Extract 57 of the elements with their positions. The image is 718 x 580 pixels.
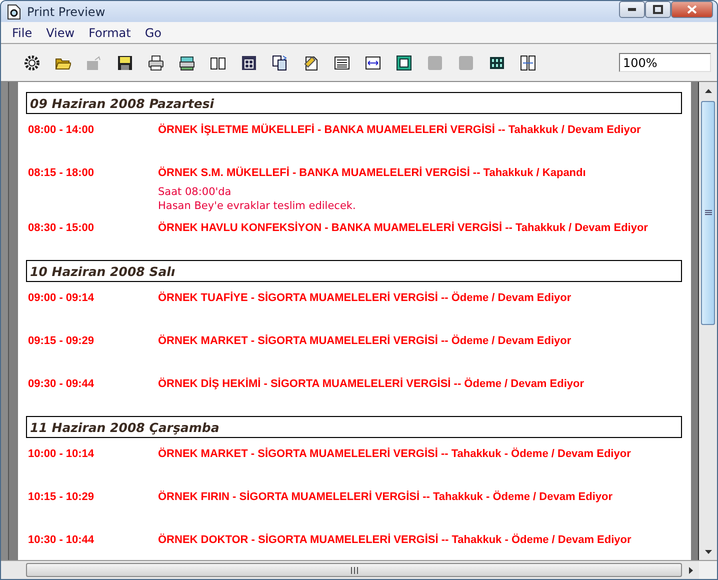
gear-icon <box>24 54 40 70</box>
maximize-icon <box>653 5 663 14</box>
entry-note: Hasan Bey'e evraklar teslim edilecek. <box>158 199 357 213</box>
entry-title: ÖRNEK MARKET - SİGORTA MUAMELELERİ VERGİSİ -- Tahakkuk - Ödeme / Devam Ediyor <box>158 447 632 461</box>
time-range: 09:30 - 09:44 <box>28 377 96 391</box>
time-range: 08:15 - 18:00 <box>28 166 96 180</box>
multi-page-icon <box>488 54 504 70</box>
scroll-down-icon[interactable] <box>704 550 712 554</box>
time-range: 08:00 - 14:00 <box>28 123 96 137</box>
entry-title: ÖRNEK DOKTOR - SİGORTA MUAMELELERİ VERGİSİ -- Tahakkuk - Ödeme / Devam Ediyor <box>158 533 632 547</box>
entry-title: ÖRNEK MARKET - SİGORTA MUAMELELERİ VERGİSİ -- Ödeme / Devam Ediyor <box>158 334 572 348</box>
entry-title: ÖRNEK S.M. MÜKELLEFİ - BANKA MUAMELELERİ VERGİSİ -- Tahakkuk / Kapandı <box>158 166 587 180</box>
printer-stack-icon <box>178 54 194 70</box>
square-icon <box>426 54 442 70</box>
copy-pages-icon <box>272 54 288 70</box>
entry-title: ÖRNEK DİŞ HEKİMİ - SİGORTA MUAMELELERİ VERGİSİ -- Ödeme / Devam Ediyor <box>158 377 585 391</box>
menu-item[interactable]: View <box>39 26 82 40</box>
framed-page-icon <box>396 54 412 70</box>
time-range: 10:15 - 10:29 <box>28 490 96 504</box>
maximize-button[interactable] <box>645 1 671 18</box>
time-range: 09:15 - 09:29 <box>28 334 96 348</box>
minimize-button[interactable] <box>619 1 645 18</box>
date-header: 11 Haziran 2008 Çarşamba <box>26 416 682 438</box>
time-range: 10:00 - 10:14 <box>28 447 96 461</box>
entry-title: ÖRNEK HAVLU KONFEKSİYON - BANKA MUAMELELERİ VERGİSİ -- Tahakkuk / Devam Ediyor <box>158 221 649 235</box>
book-icon <box>210 54 226 70</box>
square-icon <box>458 54 474 70</box>
time-range: 08:30 - 15:00 <box>28 221 96 235</box>
entry-note: Saat 08:00'da <box>158 185 232 199</box>
print-preview-icon <box>7 4 21 20</box>
grid-icon <box>240 54 256 70</box>
scroll-up-icon[interactable] <box>704 88 712 92</box>
entry-title: ÖRNEK İŞLETME MÜKELLEFİ - BANKA MUAMELELERİ VERGİSİ -- Tahakkuk / Devam Ediyor <box>158 123 642 137</box>
menu-item[interactable]: Format <box>82 26 138 40</box>
horizontal-scrollbar[interactable] <box>1 560 717 579</box>
time-range: 10:30 - 10:44 <box>28 533 96 547</box>
close-icon <box>687 5 697 14</box>
zoom-field[interactable]: 100% <box>619 53 711 72</box>
fit-pages-icon <box>520 54 536 70</box>
vertical-scrollbar[interactable] <box>698 82 717 560</box>
page-width-icon <box>364 54 380 70</box>
time-range: 09:00 - 09:14 <box>28 291 96 305</box>
menu-item[interactable]: File <box>5 26 40 40</box>
page-pencil-icon <box>302 54 318 70</box>
window-title: Print Preview <box>27 4 106 18</box>
scroll-right-icon[interactable] <box>688 566 692 574</box>
entry-title: ÖRNEK FIRIN - SİGORTA MUAMELELERİ VERGİSİ -- Tahakkuk - Ödeme / Devam Ediyor <box>158 490 614 504</box>
date-header: 10 Haziran 2008 Salı <box>26 260 682 282</box>
date-header: 09 Haziran 2008 Pazartesi <box>26 92 682 114</box>
entry-title: ÖRNEK TUAFİYE - SİGORTA MUAMELELERİ VERGİSİ -- Ödeme / Devam Ediyor <box>158 291 572 305</box>
text-lines-icon <box>334 54 350 70</box>
menu-item[interactable]: Go <box>138 26 169 40</box>
minimize-icon <box>628 8 636 11</box>
scroll-thumb[interactable] <box>701 101 715 325</box>
scroll-thumb[interactable] <box>26 563 682 577</box>
close-button[interactable] <box>671 1 713 18</box>
printer-icon <box>148 54 164 70</box>
